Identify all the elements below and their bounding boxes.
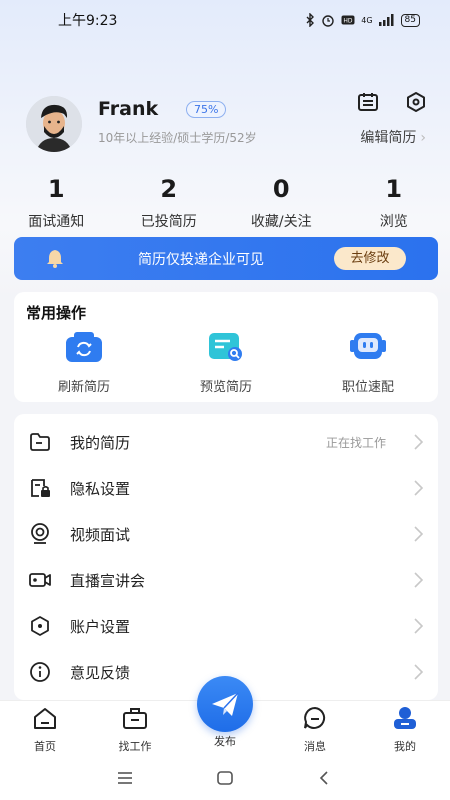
tab-messages[interactable]: 消息	[270, 701, 360, 756]
menu-label: 账户设置	[70, 618, 131, 636]
banner-text: 简历仅投递企业可见	[138, 252, 264, 268]
paper-plane-icon	[212, 692, 239, 716]
stat-label: 收藏/关注	[250, 214, 312, 230]
modify-button[interactable]: 去修改	[334, 247, 406, 270]
menu-item-account-settings[interactable]: 账户设置	[14, 603, 438, 649]
section-title: 常用操作	[26, 304, 87, 322]
info-icon	[30, 662, 50, 682]
menu-label: 意见反馈	[70, 664, 131, 682]
tab-home[interactable]: 首页	[0, 701, 90, 756]
user-name: Frank	[98, 98, 159, 120]
webcam-icon	[31, 523, 49, 544]
hd-icon: HD	[341, 15, 355, 25]
menu-label: 直播宣讲会	[70, 572, 146, 590]
message-icon	[304, 706, 326, 729]
chevron-right-icon	[414, 618, 424, 634]
status-time: 上午9:23	[58, 13, 118, 29]
stat-interview-notices[interactable]: 1 面试通知	[0, 175, 113, 231]
signal-label: 4G	[361, 15, 373, 25]
system-navigation-bar	[0, 755, 450, 800]
edit-resume-label: 编辑简历	[360, 130, 417, 146]
stat-value: 2	[160, 175, 178, 203]
common-operations-card: 常用操作 刷新简历 预览简历 职位速配	[14, 292, 438, 402]
bluetooth-icon	[306, 13, 315, 27]
hexagon-settings-icon	[31, 616, 49, 636]
svg-text:HD: HD	[344, 18, 354, 25]
privacy-banner: 简历仅投递企业可见 去修改	[14, 237, 438, 280]
menu-label: 隐私设置	[70, 480, 131, 498]
stat-value: 1	[385, 175, 403, 203]
chevron-right-icon	[414, 480, 424, 496]
tab-find-job[interactable]: 找工作	[90, 701, 180, 756]
chevron-right-icon	[414, 434, 424, 450]
menu-item-my-resume[interactable]: 我的简历 正在找工作	[14, 419, 438, 465]
alarm-icon	[322, 15, 334, 27]
stat-views[interactable]: 1 浏览	[338, 175, 450, 231]
folder-icon	[30, 433, 50, 451]
battery-indicator: 85	[400, 13, 420, 27]
stat-value: 0	[272, 175, 290, 203]
tab-label: 我的	[394, 740, 416, 753]
stat-label: 浏览	[379, 214, 408, 230]
edit-resume-link[interactable]: 编辑简历 ›	[360, 127, 426, 147]
op-label: 刷新简历	[57, 380, 110, 395]
stats-row: 1 面试通知 2 已投简历 0 收藏/关注 1 浏览	[0, 175, 450, 231]
stat-favorites[interactable]: 0 收藏/关注	[225, 175, 338, 231]
publish-button[interactable]	[197, 676, 253, 732]
menu-item-live-session[interactable]: 直播宣讲会	[14, 557, 438, 603]
privacy-lock-icon	[31, 479, 50, 497]
signal-icon	[378, 14, 394, 26]
video-camera-icon	[29, 573, 51, 587]
menu-value: 正在找工作	[325, 436, 386, 450]
stat-value: 1	[47, 175, 65, 203]
chevron-right-icon: ›	[420, 130, 426, 146]
menu-icon[interactable]	[116, 769, 134, 787]
chevron-right-icon	[414, 526, 424, 542]
stat-applied-resumes[interactable]: 2 已投简历	[113, 175, 226, 231]
refresh-resume-icon	[66, 332, 102, 362]
status-bar: 上午9:23 HD 4G 85	[0, 0, 450, 40]
status-icons: HD 4G 85	[305, 13, 420, 27]
menu-item-privacy[interactable]: 隐私设置	[14, 465, 438, 511]
settings-menu: 我的简历 正在找工作 隐私设置 视频面试 直播宣讲会 账户设置 意见反馈	[14, 414, 438, 700]
bell-icon	[47, 250, 63, 268]
job-match-robot-icon	[350, 333, 386, 359]
briefcase-icon	[123, 708, 147, 729]
completion-badge: 75%	[186, 101, 227, 118]
user-info: 10年以上经验/硕士学历/52岁	[98, 131, 257, 145]
avatar-illustration	[26, 96, 82, 152]
menu-label: 我的简历	[70, 434, 131, 452]
op-label: 预览简历	[199, 380, 252, 395]
chevron-right-icon	[414, 572, 424, 588]
back-icon[interactable]	[316, 769, 334, 787]
op-job-match[interactable]: 职位速配	[298, 330, 438, 395]
home-square-icon[interactable]	[216, 769, 234, 787]
tab-label: 消息	[304, 740, 326, 753]
op-preview-resume[interactable]: 预览简历	[156, 330, 296, 395]
stat-label: 已投简历	[140, 214, 197, 230]
op-refresh-resume[interactable]: 刷新简历	[14, 330, 154, 395]
preview-resume-icon	[209, 333, 242, 361]
avatar[interactable]	[26, 96, 82, 152]
tab-label: 找工作	[118, 740, 152, 753]
menu-label: 视频面试	[70, 526, 131, 544]
op-label: 职位速配	[341, 380, 394, 395]
stat-label: 面试通知	[28, 214, 85, 230]
tab-mine[interactable]: 我的	[360, 701, 450, 756]
tab-label: 首页	[34, 740, 56, 753]
profile-icon	[394, 707, 416, 729]
home-icon	[34, 708, 56, 729]
profile-section: Frank 75% 10年以上经验/硕士学历/52岁 编辑简历 ›	[26, 96, 426, 156]
chevron-right-icon	[414, 664, 424, 680]
menu-item-video-interview[interactable]: 视频面试	[14, 511, 438, 557]
tab-label-publish: 发布	[214, 735, 236, 748]
